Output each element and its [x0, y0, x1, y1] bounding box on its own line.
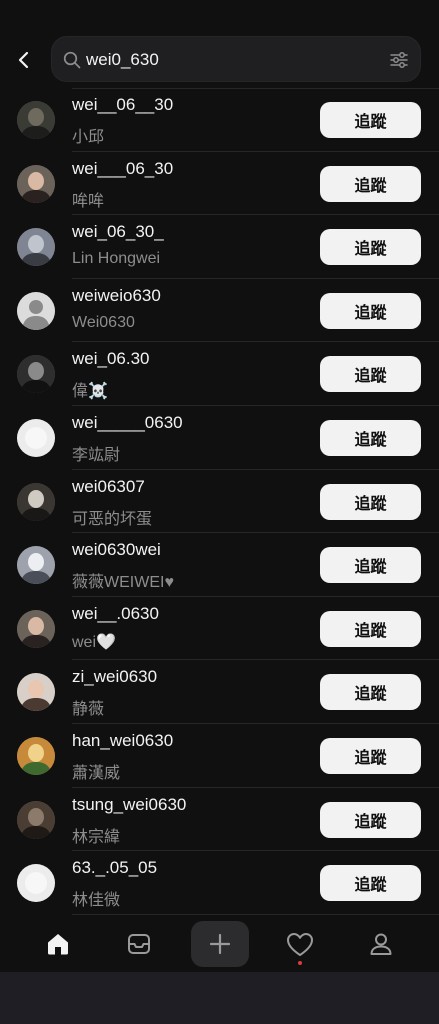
follow-button[interactable]: 追蹤 [320, 865, 421, 902]
result-row[interactable]: wei_06.30 偉☠️ 追蹤 [0, 342, 439, 406]
avatar[interactable] [17, 800, 55, 839]
follow-button[interactable]: 追蹤 [320, 483, 421, 520]
avatar[interactable] [17, 164, 55, 203]
follow-button[interactable]: 追蹤 [320, 419, 421, 456]
bottom-nav [0, 916, 439, 972]
result-row[interactable]: wei0630wei 薇薇WEIWEI♥ 追蹤 [0, 533, 439, 597]
result-row[interactable]: han_wei0630 蕭漢威 追蹤 [0, 724, 439, 788]
result-row[interactable]: wei___06_30 哞哞 追蹤 [0, 152, 439, 216]
nav-messages[interactable] [123, 928, 155, 960]
avatar[interactable] [17, 291, 55, 330]
result-display-name: 可恶的坏蛋 [72, 510, 153, 528]
nav-home[interactable] [42, 928, 74, 960]
result-display-name: 李竑尉 [72, 446, 121, 464]
result-username: wei_06.30 [72, 349, 150, 369]
magnifier-icon [63, 51, 81, 69]
search-header [0, 34, 439, 86]
result-display-name: Wei0630 [72, 313, 135, 331]
result-display-name: 林宗緯 [72, 828, 121, 846]
follow-button[interactable]: 追蹤 [320, 102, 421, 138]
result-display-name: 薇薇WEIWEI♥ [72, 574, 174, 592]
result-display-name: Lin Hongwei [72, 250, 161, 268]
avatar[interactable] [17, 418, 55, 457]
nav-activity[interactable] [284, 928, 316, 960]
result-username: wei_____0630 [72, 412, 183, 432]
result-row[interactable]: wei06307 可恶的坏蛋 追蹤 [0, 470, 439, 534]
follow-button[interactable]: 追蹤 [320, 801, 421, 838]
result-row[interactable]: wei_____0630 李竑尉 追蹤 [0, 406, 439, 470]
result-username: 63._.05_05 [72, 858, 158, 878]
follow-button[interactable]: 追蹤 [320, 229, 421, 266]
avatar[interactable] [17, 864, 55, 903]
person-icon [370, 933, 392, 955]
follow-button[interactable]: 追蹤 [320, 610, 421, 647]
follow-button[interactable]: 追蹤 [320, 292, 421, 329]
result-row[interactable]: zi_wei0630 静薇 追蹤 [0, 660, 439, 724]
result-display-name: 林佳微 [72, 892, 121, 910]
result-display-name: 蕭漢威 [72, 764, 121, 782]
result-username: wei__.0630 [72, 603, 159, 623]
home-icon [48, 934, 68, 955]
plus-icon [209, 933, 231, 955]
nav-create-button[interactable] [191, 921, 249, 967]
follow-button[interactable]: 追蹤 [320, 165, 421, 202]
follow-button[interactable]: 追蹤 [320, 356, 421, 393]
follow-button[interactable]: 追蹤 [320, 674, 421, 711]
result-username: tsung_wei0630 [72, 794, 187, 814]
inbox-icon [128, 934, 150, 954]
avatar[interactable] [17, 228, 55, 267]
avatar[interactable] [17, 101, 55, 139]
avatar[interactable] [17, 482, 55, 521]
app-screen: wei__06__30小邱追蹤wei___06_30哞哞追蹤wei_06_30_… [0, 0, 439, 972]
avatar[interactable] [17, 673, 55, 712]
sliders-icon[interactable] [389, 50, 409, 70]
heart-icon [287, 933, 313, 956]
result-row[interactable]: wei_06_30_ Lin Hongwei 追蹤 [0, 215, 439, 279]
notification-dot [298, 961, 302, 965]
avatar[interactable] [17, 609, 55, 648]
result-username: han_wei0630 [72, 730, 174, 750]
search-bar[interactable] [51, 36, 421, 82]
chevron-left-icon [18, 51, 29, 69]
result-row[interactable]: wei__06__30 小邱 追蹤 [0, 88, 439, 152]
result-username: zi_wei0630 [72, 667, 158, 687]
result-row[interactable]: weiweio630 Wei0630 追蹤 [0, 279, 439, 343]
search-input[interactable] [86, 45, 376, 75]
result-row[interactable]: 63._.05_05 林佳微 追蹤 [0, 851, 439, 915]
result-display-name: 哞哞 [72, 192, 105, 210]
result-display-name: 偉☠️ [72, 383, 108, 401]
result-username: wei0630wei [72, 540, 161, 560]
result-display-name: 静薇 [72, 701, 105, 719]
avatar[interactable] [17, 736, 55, 775]
avatar[interactable] [17, 355, 55, 394]
avatar[interactable] [17, 546, 55, 585]
result-row[interactable]: tsung_wei0630 林宗緯 追蹤 [0, 788, 439, 852]
result-username: wei_06_30_ [72, 222, 164, 242]
back-button[interactable] [10, 46, 38, 74]
result-display-name: wei🤍 [72, 633, 116, 651]
search-results-list: wei__06__30 小邱 追蹤 wei___06_30 哞哞 追蹤 wei_06_30_… [0, 88, 439, 915]
result-username: wei06307 [72, 476, 145, 496]
result-username: weiweio630 [72, 285, 161, 305]
nav-profile[interactable] [365, 928, 397, 960]
result-display-name: 小邱 [72, 129, 105, 146]
follow-button[interactable]: 追蹤 [320, 737, 421, 774]
result-row[interactable]: wei__.0630 wei🤍 追蹤 [0, 597, 439, 661]
result-username: wei__06__30 [72, 95, 174, 114]
system-area [0, 972, 439, 1024]
result-username: wei___06_30 [72, 158, 174, 178]
follow-button[interactable]: 追蹤 [320, 547, 421, 584]
